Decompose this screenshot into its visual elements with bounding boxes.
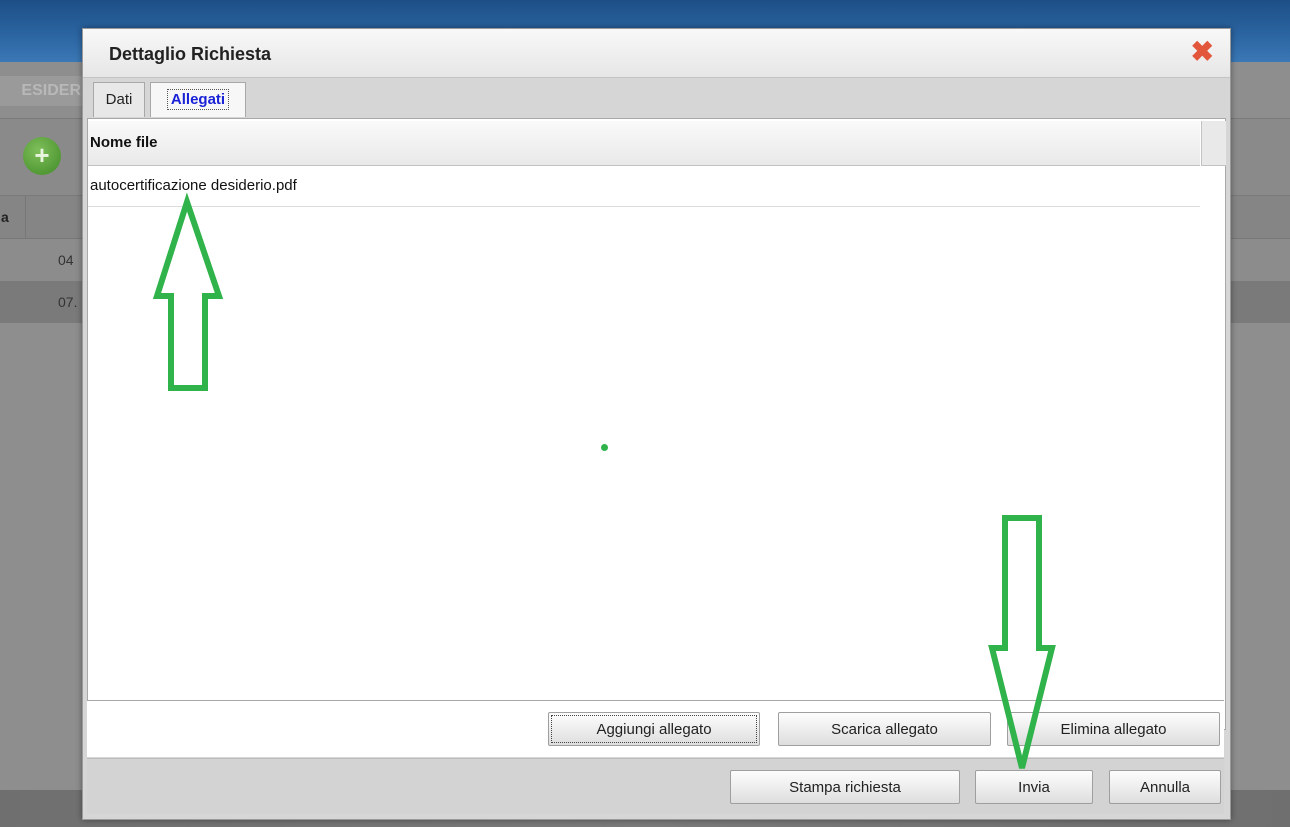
attachments-panel: Nome file autocertificazione desiderio.p… bbox=[87, 118, 1226, 730]
background-section-title: ESIDER bbox=[0, 76, 85, 106]
background-cell: 07. bbox=[58, 294, 78, 310]
add-attachment-button[interactable]: Aggiungi allegato bbox=[548, 712, 760, 746]
cancel-button[interactable]: Annulla bbox=[1109, 770, 1221, 804]
green-dot-marker bbox=[601, 444, 608, 451]
plus-circle-icon[interactable]: + bbox=[23, 137, 61, 175]
dialog-title: Dettaglio Richiesta bbox=[109, 44, 272, 64]
download-attachment-button[interactable]: Scarica allegato bbox=[778, 712, 991, 746]
background-cell: 04 bbox=[58, 252, 74, 268]
print-request-button[interactable]: Stampa richiesta bbox=[730, 770, 960, 804]
send-button[interactable]: Invia bbox=[975, 770, 1093, 804]
background-column-label: a bbox=[0, 196, 26, 238]
attachment-actions-bar: Aggiungi allegato Scarica allegato Elimi… bbox=[87, 700, 1224, 757]
table-header: Nome file bbox=[88, 121, 1200, 166]
file-name-cell: autocertificazione desiderio.pdf bbox=[90, 177, 297, 194]
close-x-icon[interactable]: ✖ bbox=[1191, 37, 1214, 67]
tab-allegati-label: Allegati bbox=[166, 89, 230, 110]
delete-attachment-button[interactable]: Elimina allegato bbox=[1007, 712, 1220, 746]
tab-allegati[interactable]: Allegati bbox=[150, 82, 246, 117]
tab-dati[interactable]: Dati bbox=[93, 82, 145, 117]
column-header-nome-file[interactable]: Nome file bbox=[90, 121, 158, 165]
dialog-header: Dettaglio Richiesta ✖ bbox=[83, 29, 1230, 78]
scrollbar-corner bbox=[1201, 121, 1226, 166]
request-detail-dialog: Dettaglio Richiesta ✖ Dati Allegati Nome… bbox=[82, 28, 1231, 820]
table-row[interactable]: autocertificazione desiderio.pdf bbox=[88, 166, 1200, 207]
dialog-footer: Stampa richiesta Invia Annulla bbox=[87, 758, 1224, 814]
